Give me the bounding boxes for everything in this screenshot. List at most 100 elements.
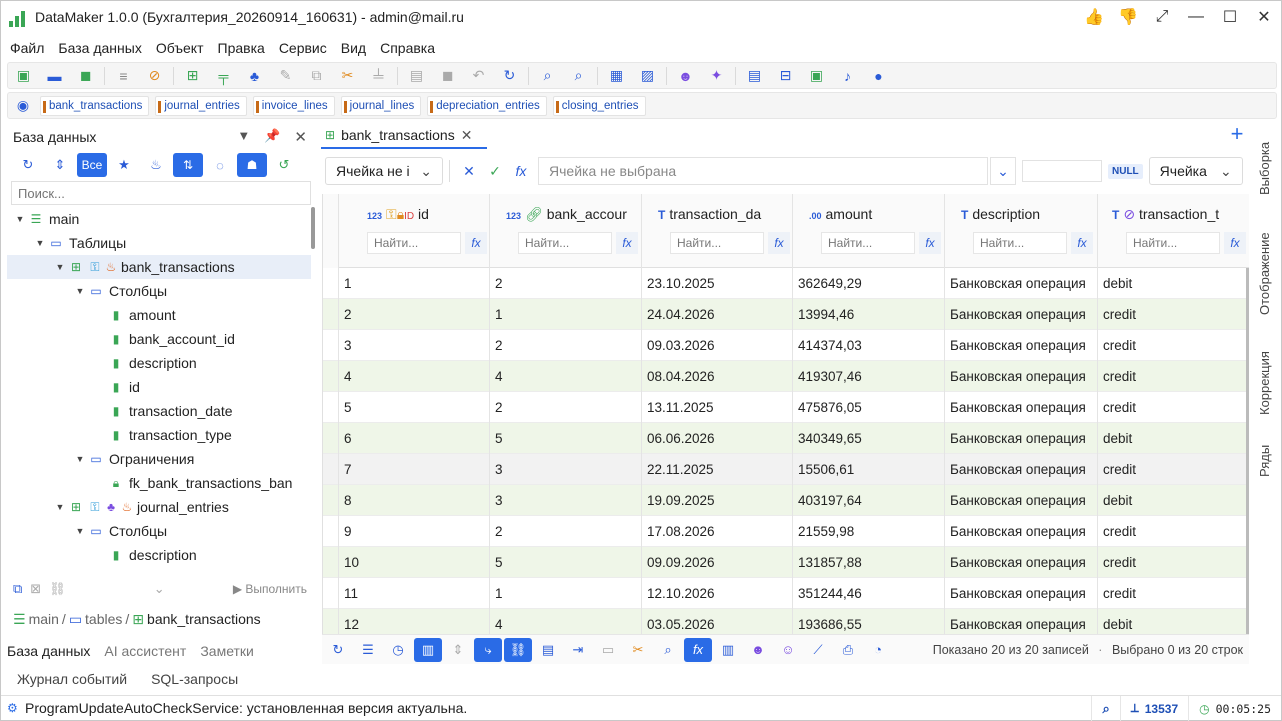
copy-icon[interactable]: ⧉ [13,581,22,597]
chevron-down-icon[interactable]: ▼ [13,214,27,224]
table-cell[interactable]: debit [1098,423,1249,454]
table-cell[interactable]: 3 [339,329,490,361]
table-cell[interactable]: Банковская операция [945,546,1098,578]
chevron-down-icon[interactable]: ▼ [73,454,87,464]
grid-scrollbar[interactable] [1246,268,1249,634]
table-cell[interactable]: 1 [490,298,642,330]
table-cell[interactable]: 2 [490,267,642,299]
connection-count[interactable]: ⟂ 13537 [1119,696,1188,721]
column-filter-input[interactable]: Найти... [821,232,915,254]
edit-icon[interactable]: ✎ [270,63,301,88]
close-button[interactable]: ✕ [1247,1,1281,33]
menu-service[interactable]: Сервис [272,40,334,56]
robot-outline-icon[interactable]: ☺ [774,638,802,662]
table-cell[interactable]: 06.06.2026 [642,422,793,454]
table-cell[interactable]: 475876,05 [793,391,945,423]
table-cell[interactable]: 12 [339,608,490,634]
function-icon[interactable]: fx [919,232,941,254]
connector-icon[interactable]: ⤷ [474,637,502,662]
table-cell[interactable]: Банковская операция [945,608,1098,634]
table-cell[interactable]: 403197,64 [793,484,945,516]
table-cell[interactable]: 23.10.2025 [642,267,793,299]
menu-file[interactable]: Файл [3,40,51,56]
search-icon[interactable]: ⌕ [654,638,682,662]
function-icon[interactable]: fx [684,637,712,662]
table-cell[interactable]: 5 [490,546,642,578]
table-cell[interactable]: debit [1098,268,1249,299]
table-cell[interactable]: Банковская операция [945,515,1098,547]
refresh-icon[interactable]: ↻ [13,153,43,177]
tab-notes[interactable]: Заметки [200,643,254,659]
table-chip[interactable]: journal_entries [155,95,247,116]
table-cell[interactable]: 08.04.2026 [642,360,793,392]
gauge-icon[interactable]: ◔ [864,638,892,662]
add-column-icon[interactable]: ╤ [208,63,239,88]
export-icon[interactable]: ⇥ [564,638,592,662]
new-connection-icon[interactable]: ▣ [8,63,39,88]
hide-icon[interactable]: ◌ [205,153,235,177]
database-icon[interactable]: ≡ [108,63,139,88]
tree-node-column[interactable]: ▮ id [7,375,311,399]
breadcrumb-db[interactable]: main [29,611,59,627]
table-cell[interactable]: Банковская операция [945,298,1098,330]
ghost-icon[interactable]: ☗ [237,153,267,177]
table-cell[interactable]: credit [1098,299,1249,330]
refresh-icon[interactable]: ↻ [324,638,352,662]
table-cell[interactable]: 9 [339,515,490,547]
table-cell[interactable]: 13.11.2025 [642,391,793,423]
hierarchy-icon[interactable]: ♣ [239,63,270,88]
clipboard-icon[interactable]: ▭ [594,638,622,662]
table-row[interactable]: 1 2 23.10.2025 362649,29 Банковская операция… [323,267,1249,299]
table-cell[interactable]: 419307,46 [793,360,945,392]
table-cell[interactable]: credit [1098,578,1249,609]
breadcrumb-folder[interactable]: tables [85,611,122,627]
pdf-icon[interactable]: ▣ [801,63,832,88]
target-icon[interactable]: ◉ [12,95,34,117]
table-cell[interactable]: 193686,55 [793,608,945,634]
tree-node-columns[interactable]: ▼ ▭ Столбцы [7,279,311,303]
menu-view[interactable]: Вид [334,40,373,56]
database-icon[interactable]: ☰ [354,638,382,662]
table-cell[interactable]: 19.09.2025 [642,484,793,516]
mode-select[interactable]: Ячейка ⌄ [1148,157,1243,185]
robot-icon[interactable]: ☻ [670,63,701,88]
tree-node-column[interactable]: ▮ transaction_type [7,423,311,447]
table-cell[interactable]: 24.04.2026 [642,298,793,330]
collapse-icon[interactable]: ⇕ [45,153,75,177]
maximize-button[interactable]: ☐ [1213,1,1247,33]
table-chip[interactable]: closing_entries [552,95,646,116]
column-filter-input[interactable]: Найти... [367,232,461,254]
magic-wand-icon[interactable]: ✦ [701,63,732,88]
table-chip[interactable]: journal_lines [340,95,422,116]
table-view-icon[interactable]: ⊟ [770,63,801,88]
breadcrumb-table[interactable]: bank_transactions [147,611,261,627]
table-cell[interactable]: debit [1098,609,1249,635]
pin-icon[interactable]: 📌 [264,128,280,146]
table-cell[interactable]: Банковская операция [945,267,1098,299]
table-cell[interactable]: credit [1098,516,1249,547]
table-cell[interactable]: 1 [339,267,490,299]
table-row[interactable]: 2 1 24.04.2026 13994,46 Банковская операция c… [323,298,1249,330]
table-cell[interactable]: 6 [339,422,490,454]
table-row[interactable]: 8 3 19.09.2025 403197,64 Банковская операция… [323,484,1249,516]
table-cell[interactable]: 1 [490,577,642,609]
table-cell[interactable]: 340349,65 [793,422,945,454]
null-value-input[interactable] [1022,160,1102,182]
clear-icon[interactable]: ⊠ [30,581,41,597]
editor-tab[interactable]: ⊞ bank_transactions ✕ [321,123,476,147]
null-badge[interactable]: NULL [1108,163,1143,179]
document-icon[interactable]: ▤ [739,63,770,88]
table-row[interactable]: 9 2 17.08.2026 21559,98 Банковская операция c… [323,515,1249,547]
history-icon[interactable]: ↺ [269,153,299,177]
add-table-icon[interactable]: ⊞ [177,63,208,88]
print-icon[interactable]: ⎙ [834,638,862,662]
table-row[interactable]: 5 2 13.11.2025 475876,05 Банковская операция… [323,391,1249,423]
function-icon[interactable]: fx [465,232,487,254]
table-row[interactable]: 10 5 09.09.2026 131857,88 Банковская операци… [323,546,1249,578]
tab-event-log[interactable]: Журнал событий [17,671,127,687]
table-chip[interactable]: depreciation_entries [427,95,547,116]
table-cell[interactable]: 3 [490,484,642,516]
tree-node-constraints[interactable]: ▼ ▭ Ограничения [7,447,311,471]
table-cell[interactable]: credit [1098,392,1249,423]
cell-value-input[interactable]: Ячейка не выбрана [538,157,988,185]
